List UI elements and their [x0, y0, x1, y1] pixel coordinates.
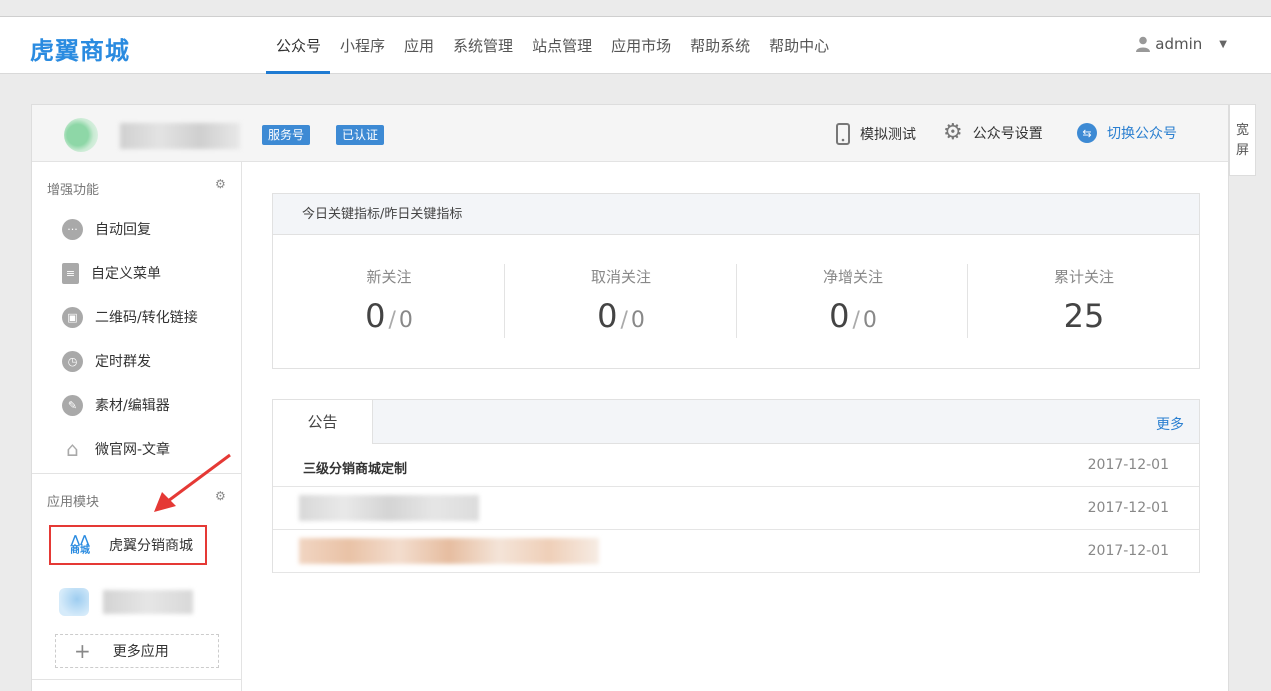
key-metrics-header: 今日关键指标/昨日关键指标 [273, 194, 1199, 235]
username: admin [1155, 35, 1203, 53]
sidebar-divider [32, 679, 241, 680]
app-label-redacted [103, 590, 193, 614]
stat-net-follows: 净增关注 0/0 [822, 268, 883, 335]
brand-logo[interactable]: 虎翼商城 [30, 31, 130, 66]
user-menu[interactable]: admin ▼ [1136, 35, 1227, 53]
gear-icon: ⚙ [943, 120, 963, 145]
notice-more-link[interactable]: 更多 [1156, 414, 1184, 434]
main-nav: 公众号 小程序 应用 系统管理 站点管理 应用市场 帮助系统 帮助中心 [266, 17, 838, 74]
account-settings-button[interactable]: ⚙ 公众号设置 [943, 120, 1043, 145]
sidebar: 增强功能 ⚙ ··· 自动回复 ≡ 自定义菜单 ▣ 二维码/转化链接 ◷ 定时群… [32, 162, 242, 691]
sidebar-item-materials[interactable]: ✎ 素材/编辑器 [62, 391, 170, 419]
sidebar-item-custom-menu[interactable]: ≡ 自定义菜单 [62, 259, 161, 287]
house-icon: ⌂ [66, 437, 79, 461]
chat-icon: ··· [62, 218, 83, 240]
notice-title-redacted[interactable] [299, 495, 479, 521]
stat-new-follows: 新关注 0/0 [365, 268, 413, 335]
phone-icon [836, 123, 850, 145]
app-module-label: 虎翼分销商城 [109, 538, 193, 554]
app-icon-redacted [59, 588, 89, 616]
notice-header: 公告 更多 [273, 400, 1199, 444]
qrcode-icon: ▣ [62, 306, 83, 328]
document-edit-icon: ≡ [62, 262, 79, 284]
nav-item-sites[interactable]: 站点管理 [522, 17, 601, 74]
app-modules-heading: 应用模块 [47, 495, 100, 510]
verified-badge: 已认证 [336, 125, 385, 145]
clock-icon: ◷ [62, 350, 83, 372]
stat-unfollows: 取消关注 0/0 [590, 268, 651, 335]
switch-account-button[interactable]: ⇆ 切换公众号 [1077, 123, 1177, 143]
plus-icon: + [74, 639, 91, 663]
nav-item-apps[interactable]: 应用 [394, 17, 443, 74]
tab-notice[interactable]: 公告 [273, 400, 373, 444]
nav-item-system[interactable]: 系统管理 [443, 17, 522, 74]
pencil-icon: ✎ [62, 394, 83, 416]
red-arrow-annotation [154, 453, 231, 512]
notice-date: 2017-12-01 [1087, 457, 1169, 473]
sidebar-item-scheduled-send[interactable]: ◷ 定时群发 [62, 347, 151, 375]
stat-total-follows: 累计关注 25 [1053, 268, 1114, 335]
notice-title-redacted[interactable] [299, 538, 599, 564]
switch-icon: ⇆ [1077, 123, 1097, 143]
sidebar-item-qrcode[interactable]: ▣ 二维码/转化链接 [62, 303, 198, 331]
nav-item-help-system[interactable]: 帮助系统 [680, 17, 759, 74]
notice-row[interactable]: 2017-12-01 [273, 530, 1199, 573]
enhanced-features-heading: 增强功能 [47, 183, 100, 198]
more-apps-button[interactable]: + 更多应用 [55, 634, 219, 668]
gear-icon[interactable]: ⚙ [215, 177, 226, 191]
wide-screen-toggle[interactable]: 宽屏 [1229, 104, 1256, 176]
sidebar-item-auto-reply[interactable]: ··· 自动回复 [62, 215, 151, 243]
notice-title[interactable]: 三级分销商城定制 [303, 458, 407, 477]
key-metrics-card: 今日关键指标/昨日关键指标 新关注 0/0 取消关注 0/0 净增关注 0/0 … [272, 193, 1200, 369]
notice-date: 2017-12-01 [1087, 500, 1169, 516]
account-avatar [64, 118, 98, 152]
service-account-badge: 服务号 [262, 125, 311, 145]
nav-item-mini-program[interactable]: 小程序 [330, 17, 394, 74]
app-module-redacted[interactable] [59, 586, 199, 616]
nav-item-official-account[interactable]: 公众号 [266, 17, 331, 74]
mall-logo-icon: ⋀⋀ 商城 [70, 533, 90, 556]
nav-item-app-market[interactable]: 应用市场 [601, 17, 680, 74]
account-name-redacted [120, 123, 240, 149]
app-module-distribution-mall[interactable]: ⋀⋀ 商城 虎翼分销商城 [49, 525, 207, 565]
notice-card: 公告 更多 三级分销商城定制 2017-12-01 2017-12-01 201… [272, 399, 1200, 573]
notice-row[interactable]: 2017-12-01 [273, 487, 1199, 530]
notice-row[interactable]: 三级分销商城定制 2017-12-01 [273, 444, 1199, 487]
simulate-test-button[interactable]: 模拟测试 [836, 123, 916, 145]
notice-date: 2017-12-01 [1087, 543, 1169, 559]
nav-item-help-center[interactable]: 帮助中心 [759, 17, 838, 74]
account-bar: 服务号 已认证 模拟测试 ⚙ 公众号设置 ⇆ 切换公众号 [32, 105, 1228, 162]
user-icon [1136, 36, 1151, 52]
top-navbar: 虎翼商城 公众号 小程序 应用 系统管理 站点管理 应用市场 帮助系统 帮助中心… [0, 16, 1271, 74]
main-panel: 服务号 已认证 模拟测试 ⚙ 公众号设置 ⇆ 切换公众号 增强功能 ⚙ ··· … [31, 104, 1229, 691]
chevron-down-icon: ▼ [1219, 38, 1227, 50]
